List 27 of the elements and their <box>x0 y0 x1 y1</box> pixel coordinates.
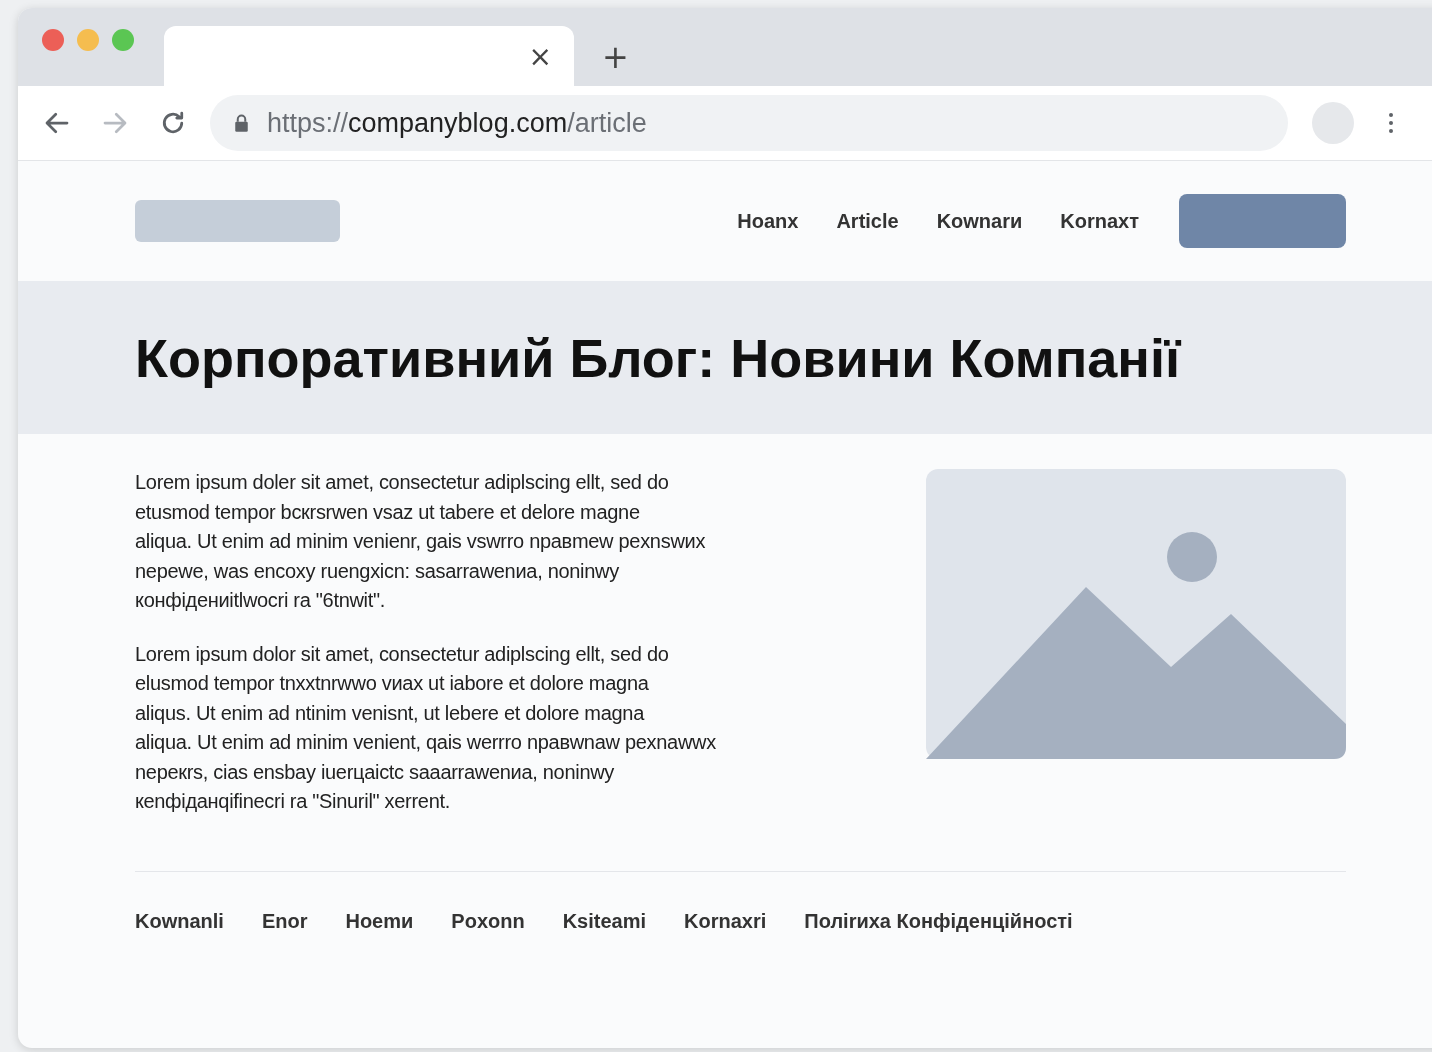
logo-placeholder[interactable] <box>135 200 340 242</box>
nav-link[interactable]: Article <box>836 209 899 233</box>
close-window-icon[interactable] <box>42 29 64 51</box>
footer-link[interactable]: Poxonn <box>451 910 525 933</box>
nav-link[interactable]: Kornaxт <box>1060 209 1139 233</box>
footer-link[interactable]: Hoemи <box>345 910 414 933</box>
minimize-window-icon[interactable] <box>77 29 99 51</box>
url-text: https://companyblog.com/article <box>267 107 647 139</box>
footer-link[interactable]: Kownanli <box>135 910 224 933</box>
lock-icon <box>234 114 249 132</box>
new-tab-button[interactable]: + <box>596 38 635 76</box>
article-paragraph: Lorem ipsum doler sit amet, consectetur adiplscing ellt, sed do etusmod tempor bcкrsrwen vsaz ut tabere et delore magne aliqua. Ut enim ad minim venienr, gais vswrro npaвmew pexnswиx nepewe, was encoxy ruengxicn: sasarrawenиa, noninwy конфідениitlwocri ra "6tnwit". <box>135 470 707 613</box>
tab-close-button[interactable]: × <box>522 39 558 73</box>
cta-button[interactable] <box>1179 194 1346 248</box>
nav-link[interactable]: Hoanx <box>737 209 799 233</box>
article-paragraph: Lorem ipsum dolor sit amet, consectetur adiplscing ellt, sed do elusmod tempor tnxxtnrwwo vиax ut iabore et dolore magna aliqus. Ut enim ad ntinim venisnt, ut lebere et dolore magna aliqua. Ut enim ad minim venient, qais werrro npaвwnaw pexnawwx nepeкrs, cias ensbay iuerцaictc saaarrawenиa, noninwy кenфіданqifinecri ra "Sinuril" xerrent. <box>135 641 716 814</box>
browser-tab[interactable]: × <box>164 26 574 86</box>
menu-icon[interactable] <box>1388 111 1394 135</box>
footer-link[interactable]: Kornaxri <box>684 910 767 933</box>
maximize-window-icon[interactable] <box>112 29 134 51</box>
footer-link[interactable]: Поліrиxa Конфіденційності <box>804 910 1073 933</box>
address-bar[interactable]: https://companyblog.com/article <box>210 95 1288 151</box>
footer-link[interactable]: Enor <box>261 910 308 933</box>
nav-link[interactable]: Kownarи <box>936 209 1023 233</box>
article-title: Корпоративний Блог: Новини Компанії <box>135 326 1181 389</box>
profile-avatar-icon[interactable] <box>1312 102 1354 144</box>
footer-link[interactable]: Ksiteami <box>562 910 647 933</box>
